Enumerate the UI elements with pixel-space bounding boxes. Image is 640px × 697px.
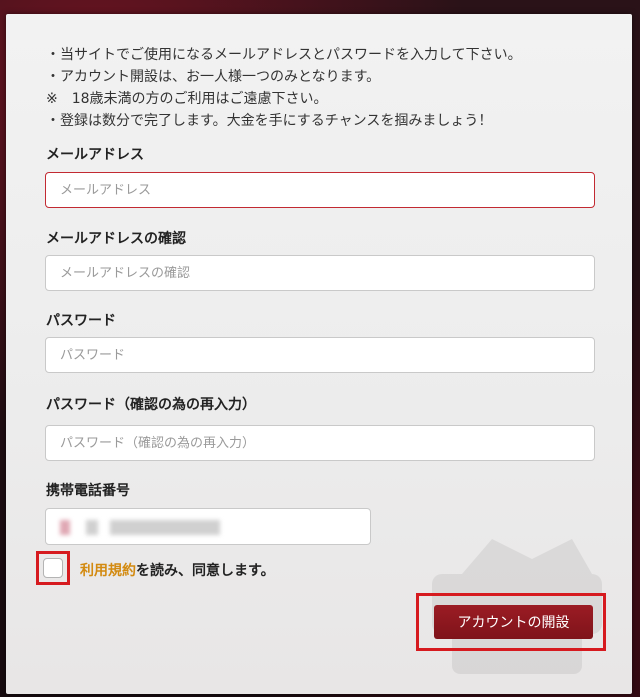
terms-agreement-text: 利用規約を読み、同意します。 <box>80 560 275 580</box>
email-confirm-field[interactable] <box>45 255 595 291</box>
password-field[interactable] <box>45 337 595 373</box>
redacted-value <box>86 520 98 535</box>
note-line: ・当サイトでご使用になるメールアドレスとパスワードを入力して下さい。 <box>46 47 522 63</box>
open-account-button[interactable]: アカウントの開設 <box>434 605 593 639</box>
redacted-value <box>60 520 70 535</box>
note-line: ※ 18歳未満の方のご利用はご遠慮下さい。 <box>46 91 328 107</box>
note-line: ・登録は数分で完了します。大金を手にするチャンスを掴みましょう！ <box>46 113 493 129</box>
terms-agreement-suffix: を読み、同意します。 <box>136 563 275 579</box>
password-confirm-field[interactable] <box>45 425 595 461</box>
email-field[interactable] <box>45 172 595 208</box>
redacted-value <box>110 520 220 535</box>
phone-field[interactable] <box>45 508 371 545</box>
email-confirm-label: メールアドレスの確認 <box>46 231 186 247</box>
submit-highlight: アカウントの開設 <box>416 593 606 651</box>
email-label: メールアドレス <box>46 147 144 163</box>
registration-panel: ・当サイトでご使用になるメールアドレスとパスワードを入力して下さい。 ・アカウン… <box>6 14 632 694</box>
password-confirm-label: パスワード（確認の為の再入力） <box>46 397 256 413</box>
phone-label: 携帯電話番号 <box>46 483 130 499</box>
terms-checkbox[interactable] <box>43 558 63 578</box>
registration-notes: ・当サイトでご使用になるメールアドレスとパスワードを入力して下さい。 ・アカウン… <box>46 44 522 132</box>
terms-link[interactable]: 利用規約 <box>80 563 136 579</box>
password-label: パスワード <box>46 313 116 329</box>
note-line: ・アカウント開設は、お一人様一つのみとなります。 <box>46 69 381 85</box>
